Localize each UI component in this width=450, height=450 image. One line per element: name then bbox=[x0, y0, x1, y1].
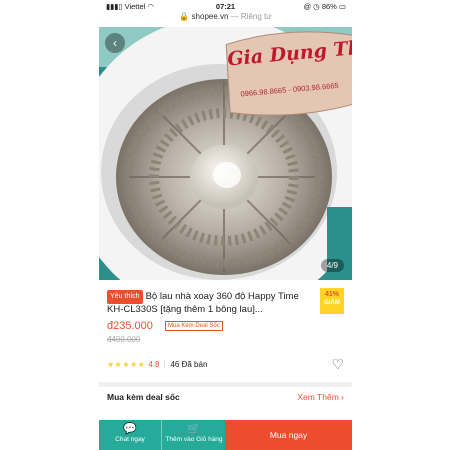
bottom-action-bar: 💬 Chat ngay 🛒 Thêm vào Giỏ hàng Mua ngay bbox=[99, 420, 352, 450]
original-price: đ400.000 bbox=[107, 335, 141, 344]
star-icons: ★★★★★ bbox=[107, 360, 146, 369]
heart-icon[interactable]: ♡ bbox=[331, 356, 344, 373]
back-button[interactable]: ‹ bbox=[105, 33, 125, 53]
rating-score: 4.8 bbox=[148, 360, 160, 369]
add-to-cart-label: Thêm vào Giỏ hàng bbox=[165, 436, 223, 443]
discount-value: 41% bbox=[324, 291, 339, 298]
lock-icon: 🔒 bbox=[179, 12, 190, 21]
price: đ235.000 bbox=[107, 320, 153, 332]
rating-row[interactable]: ★★★★★ 4.8 46 Đã bán bbox=[107, 360, 207, 369]
product-title-block: Yêu thích Bộ lau nhà xoay 360 độ Happy Ti… bbox=[107, 290, 317, 316]
cart-add-icon: 🛒 bbox=[187, 423, 201, 435]
chat-now-button[interactable]: 💬 Chat ngay bbox=[99, 420, 161, 450]
combo-deal-section[interactable]: Mua kèm deal sốc Xem Thêm › bbox=[99, 387, 352, 409]
divider bbox=[164, 360, 166, 368]
buy-now-button[interactable]: Mua ngay bbox=[225, 420, 352, 450]
battery-indicator: @ ◷ 86% ▭ bbox=[303, 2, 346, 11]
discount-badge: 41% GIẢM bbox=[320, 288, 344, 314]
sold-count: 46 Đã bán bbox=[170, 360, 208, 369]
chat-label: Chat ngay bbox=[115, 436, 145, 443]
url-host: shopee.vn bbox=[191, 12, 229, 21]
image-counter: 4/9 bbox=[320, 259, 344, 272]
product-image[interactable]: ‹ 🛒 ⋯ Gia Dụng Thy Hà 0966.98.8665 - 090… bbox=[99, 27, 352, 280]
deal-tag[interactable]: Mua Kèm Deal Sốc bbox=[165, 321, 223, 331]
discount-label: GIẢM bbox=[324, 300, 340, 306]
private-mode-label: — Riêng tư bbox=[230, 12, 272, 21]
shop-watermark: Gia Dụng Thy Hà 0966.98.8665 - 0903.98.6… bbox=[217, 27, 352, 125]
combo-label: Mua kèm deal sốc bbox=[107, 392, 180, 402]
phone-screen: ▮▮▮▯ Viettel ◠ 07:21 @ ◷ 86% ▭ 🔒 shopee.… bbox=[99, 0, 352, 450]
add-to-cart-button[interactable]: 🛒 Thêm vào Giỏ hàng bbox=[161, 420, 226, 450]
chat-icon: 💬 bbox=[123, 423, 137, 435]
see-more-link[interactable]: Xem Thêm › bbox=[297, 392, 344, 402]
favorite-badge: Yêu thích bbox=[107, 290, 143, 304]
url-bar[interactable]: 🔒 shopee.vn — Riêng tư bbox=[99, 12, 352, 26]
chevron-right-icon: › bbox=[341, 392, 344, 402]
